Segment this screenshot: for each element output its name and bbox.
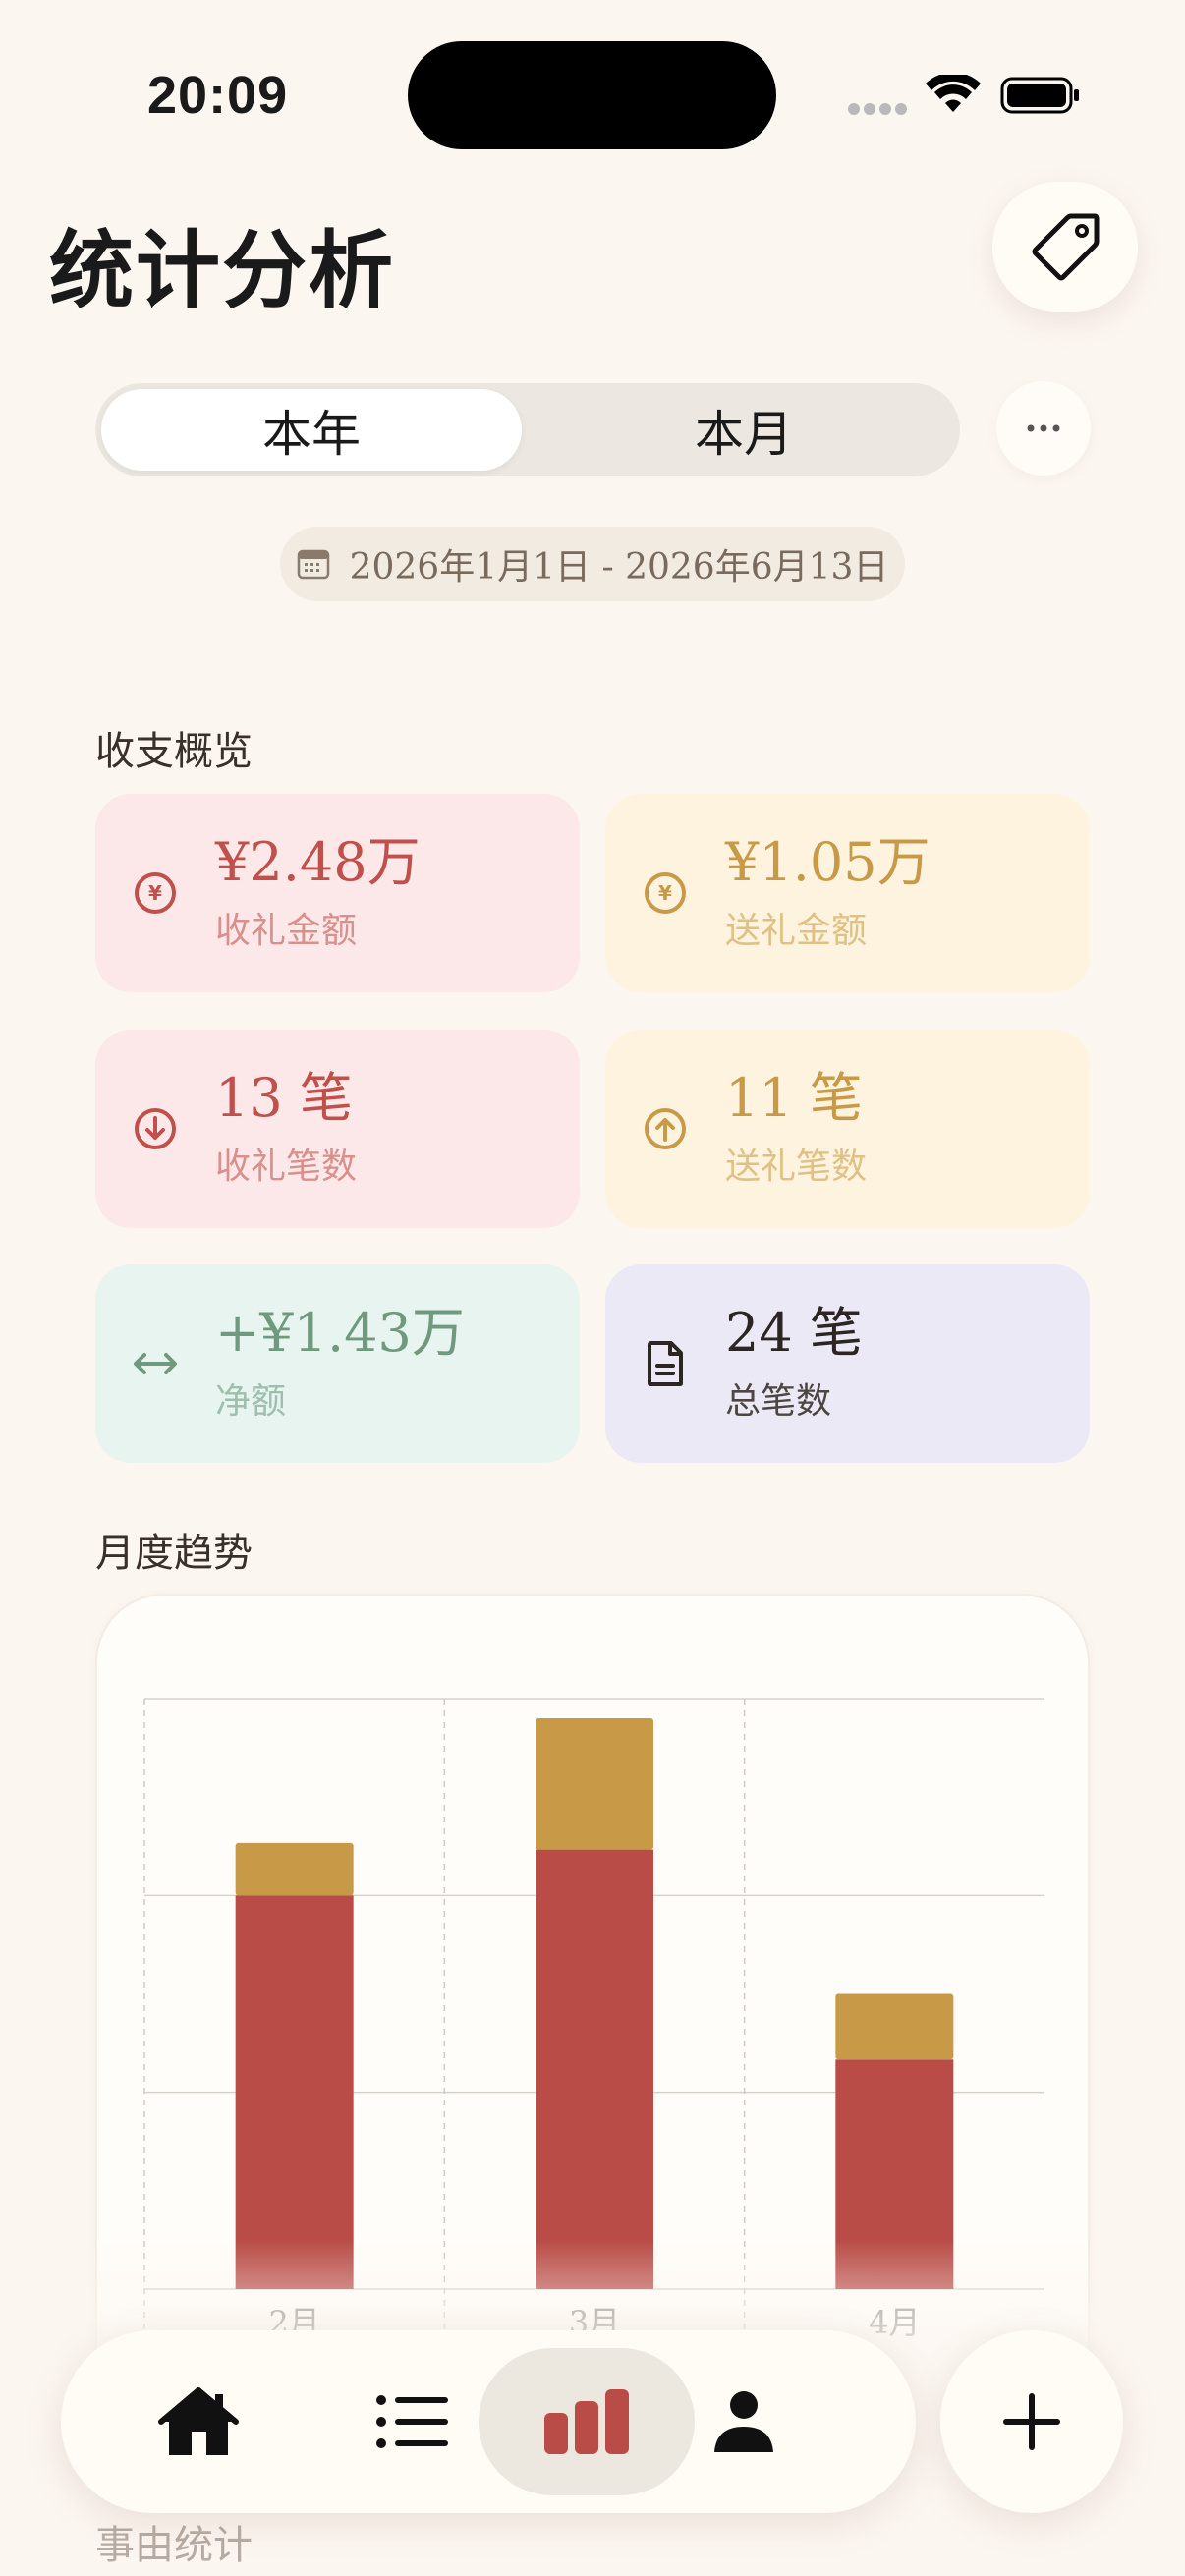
tag-button[interactable]: [992, 182, 1138, 312]
ellipsis-icon: [1027, 424, 1060, 432]
received-count-value: 13 笔: [215, 1067, 353, 1130]
arrow-up-circle-icon: [645, 1108, 686, 1149]
received-count-card[interactable]: 13 笔 收礼笔数: [95, 1030, 580, 1228]
yen-circle-icon: ¥: [135, 872, 176, 914]
sent-count-value: 11 笔: [725, 1067, 863, 1130]
reason-stats-section-title: 事由统计: [95, 2523, 253, 2568]
page-title: 统计分析: [49, 221, 395, 320]
chart-bar-segment: [235, 1842, 354, 1896]
yen-circle-icon: ¥: [645, 872, 686, 914]
received-amount-label: 收礼金额: [215, 910, 358, 951]
sent-count-label: 送礼笔数: [725, 1146, 868, 1187]
sent-count-card[interactable]: 11 笔 送礼笔数: [605, 1030, 1090, 1228]
chart-bar-segment: [536, 1718, 653, 1850]
dynamic-island: [408, 41, 776, 149]
chart-bar-segment: [536, 1849, 653, 2289]
overview-section-title: 收支概览: [95, 729, 253, 774]
tag-icon: [1032, 213, 1100, 280]
document-icon: [648, 1341, 683, 1386]
battery-icon: [1000, 77, 1079, 114]
tab-profile[interactable]: [636, 2348, 852, 2495]
total-count-label: 总笔数: [725, 1380, 832, 1422]
total-count-value: 24 笔: [725, 1302, 863, 1365]
svg-text:¥: ¥: [658, 881, 672, 905]
plus-icon: [1003, 2393, 1060, 2450]
status-time: 20:09: [147, 66, 289, 125]
total-count-card[interactable]: 24 笔 总笔数: [605, 1264, 1090, 1463]
sent-amount-label: 送礼金额: [725, 910, 868, 951]
cellular-signal-icon: [848, 103, 907, 117]
segment-this-year[interactable]: 本年: [101, 389, 522, 471]
tab-home[interactable]: [90, 2348, 307, 2495]
home-icon: [158, 2387, 239, 2455]
wifi-icon: [926, 75, 981, 112]
date-range-pill[interactable]: 2026年1月1日 - 2026年6月13日: [280, 527, 905, 601]
net-amount-card[interactable]: +¥1.43万 净额: [95, 1264, 580, 1463]
received-amount-value: ¥2.48万: [215, 831, 421, 894]
chart-bar-segment: [835, 1993, 954, 2060]
bar-chart-icon: [544, 2389, 629, 2454]
received-amount-card[interactable]: ¥ ¥2.48万 收礼金额: [95, 794, 580, 992]
bottom-tab-bar: [61, 2330, 916, 2513]
list-icon: [376, 2395, 448, 2448]
more-options-button[interactable]: [996, 381, 1091, 476]
trend-section-title: 月度趋势: [95, 1531, 253, 1576]
net-amount-value: +¥1.43万: [215, 1302, 465, 1365]
sent-amount-card[interactable]: ¥ ¥1.05万 送礼金额: [605, 794, 1090, 992]
add-record-button[interactable]: [940, 2330, 1123, 2513]
person-icon: [714, 2391, 773, 2452]
arrows-left-right-icon: [134, 1353, 177, 1374]
sent-amount-value: ¥1.05万: [725, 831, 931, 894]
segment-this-month[interactable]: 本月: [534, 389, 954, 471]
arrow-down-circle-icon: [135, 1108, 176, 1149]
chart-bar-segment: [235, 1895, 354, 2289]
svg-text:¥: ¥: [148, 881, 162, 905]
received-count-label: 收礼笔数: [215, 1146, 358, 1187]
calendar-icon: [297, 549, 329, 580]
net-amount-label: 净额: [215, 1380, 287, 1422]
period-segmented-control: 本年 本月: [95, 383, 960, 476]
date-range-text: 2026年1月1日 - 2026年6月13日: [349, 547, 889, 588]
